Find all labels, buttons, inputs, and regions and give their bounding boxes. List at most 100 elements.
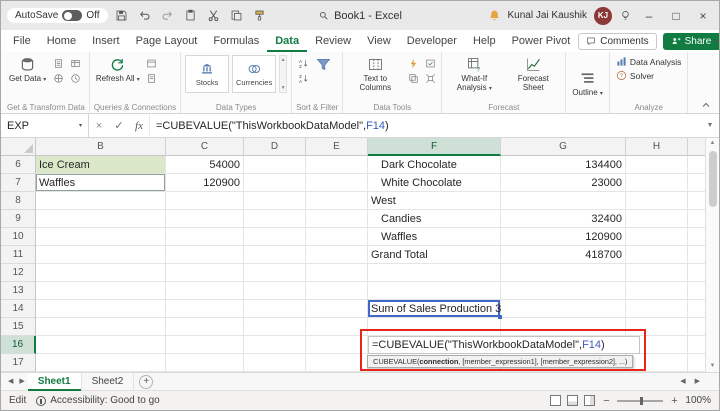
comments-button[interactable]: Comments — [578, 33, 656, 50]
cell-B9[interactable] — [36, 210, 166, 228]
cell-E6[interactable] — [306, 156, 368, 174]
queries-connections-icon[interactable] — [145, 57, 159, 70]
sheet-tab-sheet1[interactable]: Sheet1 — [28, 373, 82, 391]
close-button[interactable]: × — [693, 6, 713, 26]
zoom-out-button[interactable]: − — [601, 395, 611, 407]
enter-button[interactable]: ✓ — [109, 119, 129, 132]
cell-D16[interactable] — [244, 336, 306, 354]
row-header-10[interactable]: 10 — [1, 228, 36, 246]
sheet-nav-right-icon[interactable]: ▶ — [16, 373, 27, 391]
format-painter-icon[interactable] — [251, 7, 269, 25]
cell-B11[interactable] — [36, 246, 166, 264]
user-name[interactable]: Kunal Jai Kaushik — [508, 10, 588, 21]
cell-E9[interactable] — [306, 210, 368, 228]
row-header-15[interactable]: 15 — [1, 318, 36, 336]
data-types-scrollbar[interactable]: ▲▼ — [279, 55, 287, 93]
paste-icon[interactable] — [182, 7, 200, 25]
refresh-all-button[interactable]: Refresh All ▾ — [94, 55, 142, 85]
column-header-E[interactable]: E — [306, 138, 368, 156]
formula-input[interactable]: =CUBEVALUE("ThisWorkbookDataModel",F14) — [149, 114, 701, 137]
cell-D17[interactable] — [244, 354, 306, 372]
ribbon-tab-help[interactable]: Help — [465, 30, 504, 52]
sort-descending-icon[interactable]: ZA — [296, 72, 310, 85]
save-icon[interactable] — [113, 7, 131, 25]
cell-C13[interactable] — [166, 282, 244, 300]
cell-F7[interactable]: White Chocolate — [368, 174, 501, 192]
cell-G10[interactable]: 120900 — [501, 228, 626, 246]
cell-B14[interactable] — [36, 300, 166, 318]
data-analysis-button[interactable]: Data Analysis — [614, 55, 684, 68]
cell-F8[interactable]: West — [368, 192, 501, 210]
data-validation-icon[interactable] — [423, 57, 437, 70]
cell-C17[interactable] — [166, 354, 244, 372]
cell-E11[interactable] — [306, 246, 368, 264]
ribbon-tab-file[interactable]: File — [5, 30, 39, 52]
outline-button[interactable]: Outline ▾ — [570, 69, 605, 99]
cell-H8[interactable] — [626, 192, 688, 210]
name-box[interactable]: EXP ▾ — [1, 114, 89, 137]
cell-D7[interactable] — [244, 174, 306, 192]
ribbon-tab-data[interactable]: Data — [267, 30, 307, 52]
hscroll-right-icon[interactable]: ▶ — [692, 373, 703, 391]
maximize-button[interactable]: □ — [666, 6, 686, 26]
cell-E8[interactable] — [306, 192, 368, 210]
avatar[interactable]: KJ — [594, 7, 612, 25]
ribbon-tab-insert[interactable]: Insert — [84, 30, 128, 52]
cell-E10[interactable] — [306, 228, 368, 246]
cell-B10[interactable] — [36, 228, 166, 246]
cell-G13[interactable] — [501, 282, 626, 300]
cell-B6[interactable]: Ice Cream — [36, 156, 166, 174]
formula-bar-expand-button[interactable]: ▼ — [701, 122, 719, 129]
cell-D9[interactable] — [244, 210, 306, 228]
cell-D6[interactable] — [244, 156, 306, 174]
scroll-up-icon[interactable]: ▲ — [710, 138, 716, 149]
cell-H11[interactable] — [626, 246, 688, 264]
sheet-tab-sheet2[interactable]: Sheet2 — [82, 373, 135, 391]
cell-C10[interactable] — [166, 228, 244, 246]
cell-G7[interactable]: 23000 — [501, 174, 626, 192]
cell-H9[interactable] — [626, 210, 688, 228]
cell-E15[interactable] — [306, 318, 368, 336]
cell-E14[interactable] — [306, 300, 368, 318]
ribbon-tab-formulas[interactable]: Formulas — [205, 30, 267, 52]
zoom-slider[interactable] — [617, 400, 663, 402]
cell-C15[interactable] — [166, 318, 244, 336]
copy-icon[interactable] — [228, 7, 246, 25]
cell-H7[interactable] — [626, 174, 688, 192]
column-header-H[interactable]: H — [626, 138, 688, 156]
cell-E17[interactable] — [306, 354, 368, 372]
cell-F13[interactable] — [368, 282, 501, 300]
row-header-12[interactable]: 12 — [1, 264, 36, 282]
cell-G15[interactable] — [501, 318, 626, 336]
cell-H10[interactable] — [626, 228, 688, 246]
cell-F10[interactable]: Waffles — [368, 228, 501, 246]
accessibility-status[interactable]: Accessibility: Good to go — [36, 395, 160, 406]
select-all-button[interactable] — [1, 138, 36, 156]
cell-C16[interactable] — [166, 336, 244, 354]
cancel-button[interactable]: × — [89, 120, 109, 132]
cell-H17[interactable] — [626, 354, 688, 372]
cell-H14[interactable] — [626, 300, 688, 318]
autosave-toggle[interactable]: AutoSave Off — [7, 8, 108, 23]
cell-B12[interactable] — [36, 264, 166, 282]
page-layout-view-icon[interactable] — [567, 395, 578, 406]
cell-D14[interactable] — [244, 300, 306, 318]
cell-G14[interactable] — [501, 300, 626, 318]
cell-D12[interactable] — [244, 264, 306, 282]
cell-H13[interactable] — [626, 282, 688, 300]
solver-button[interactable]: ? Solver — [614, 69, 656, 82]
cell-E7[interactable] — [306, 174, 368, 192]
cell-E13[interactable] — [306, 282, 368, 300]
properties-icon[interactable] — [145, 72, 159, 85]
cell-D10[interactable] — [244, 228, 306, 246]
column-header-C[interactable]: C — [166, 138, 244, 156]
page-break-view-icon[interactable] — [584, 395, 595, 406]
cell-B7[interactable]: Waffles — [36, 174, 166, 192]
cell-B13[interactable] — [36, 282, 166, 300]
cell-D11[interactable] — [244, 246, 306, 264]
scrollbar-thumb[interactable] — [709, 151, 717, 207]
row-header-8[interactable]: 8 — [1, 192, 36, 210]
cell-E16[interactable] — [306, 336, 368, 354]
cell-D15[interactable] — [244, 318, 306, 336]
from-web-icon[interactable] — [51, 72, 65, 85]
